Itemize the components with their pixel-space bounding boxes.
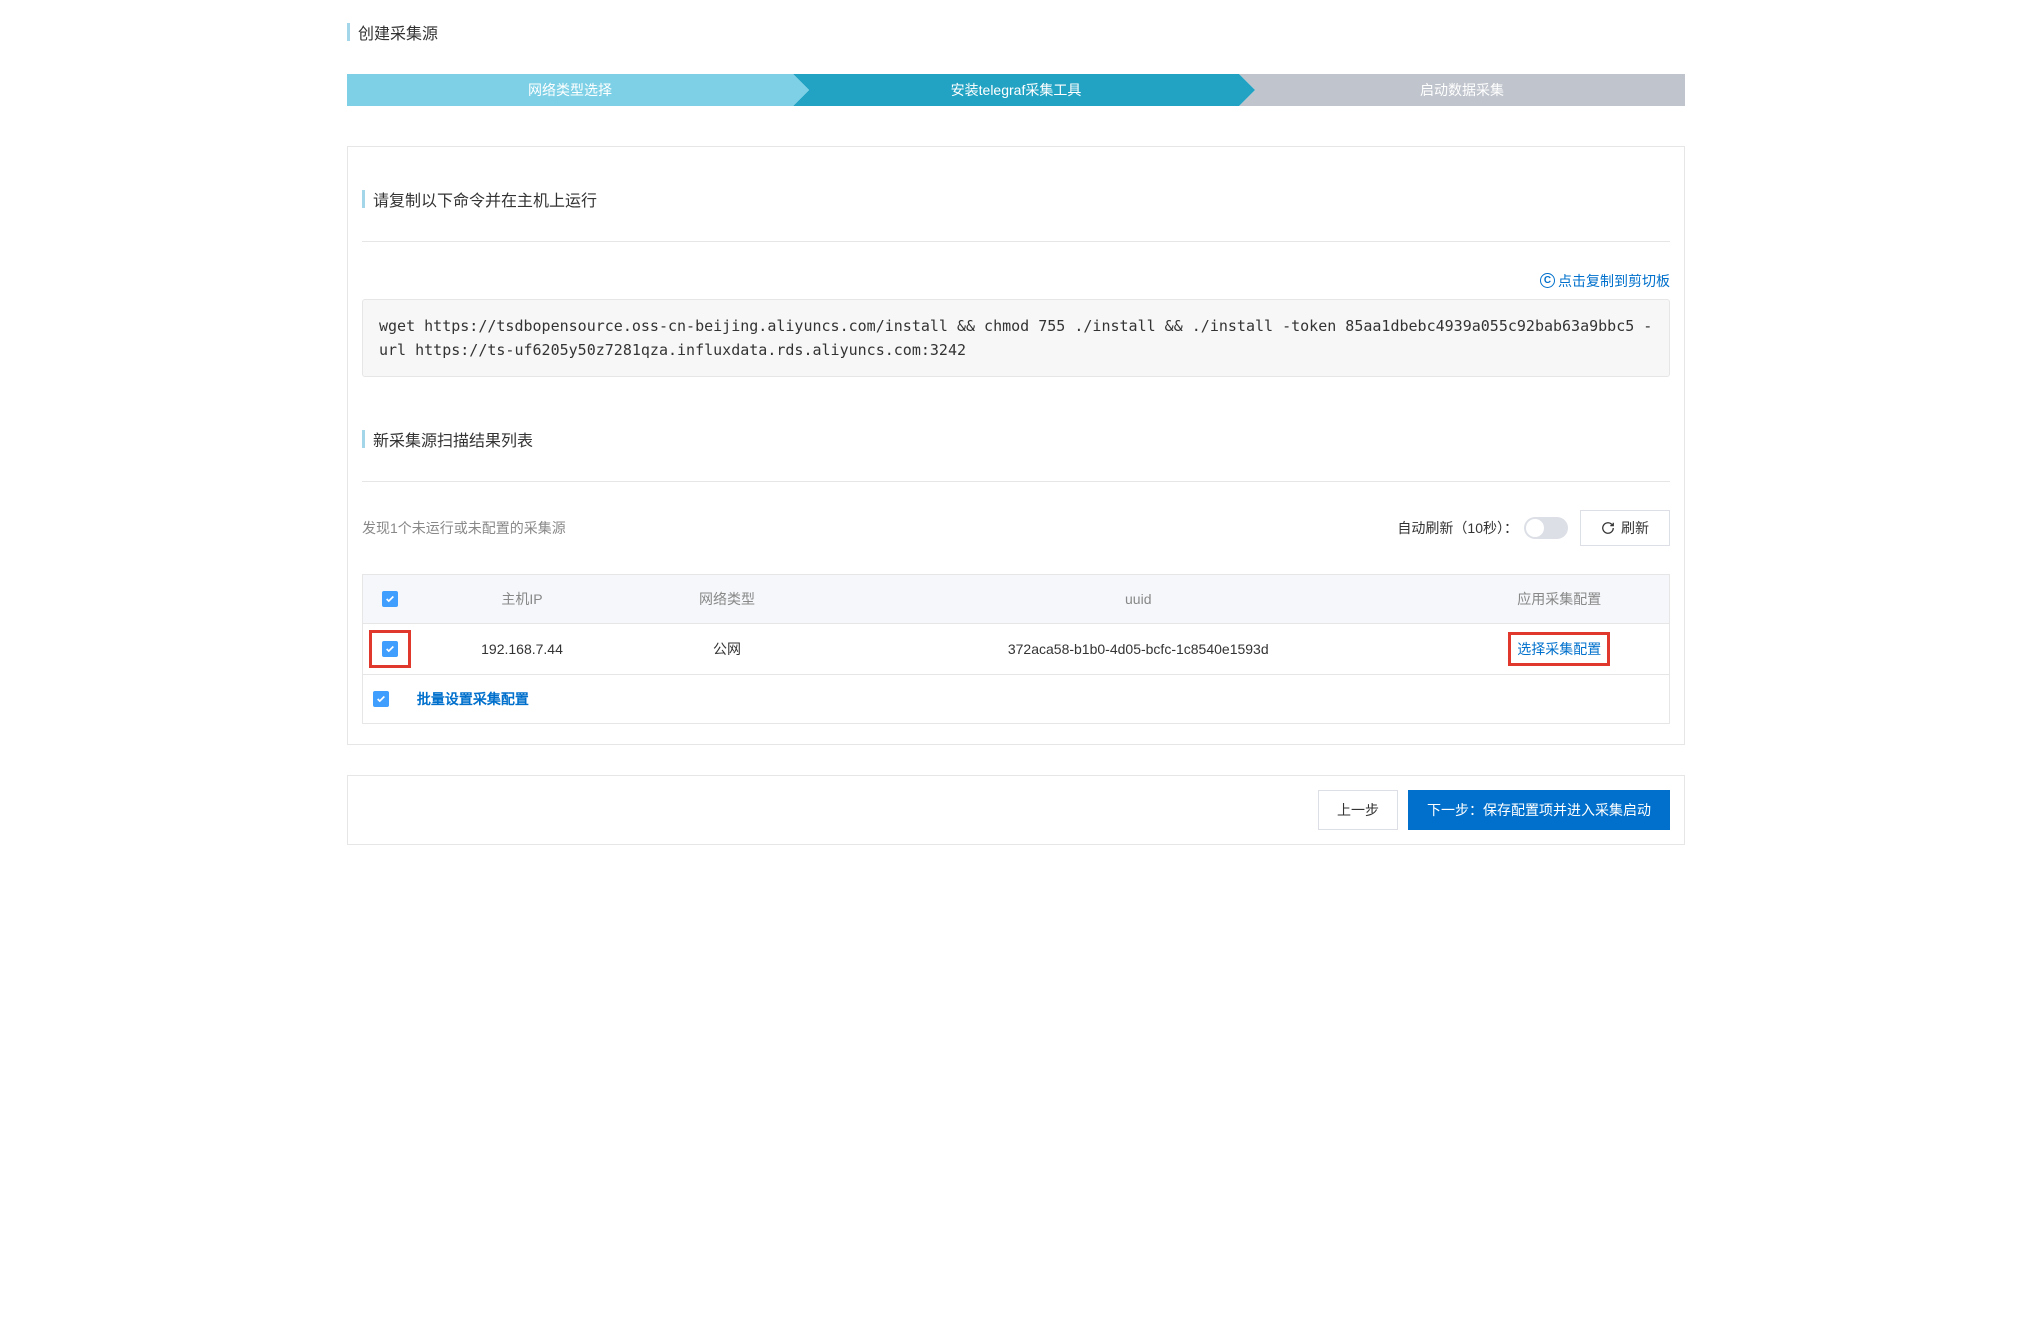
step-start-collection[interactable]: 启动数据采集 (1239, 74, 1685, 106)
copy-link-row: C 点击复制到剪切板 (362, 270, 1670, 291)
page-title-wrap: 创建采集源 (347, 20, 1685, 44)
prev-button[interactable]: 上一步 (1318, 790, 1398, 830)
command-box[interactable]: wget https://tsdbopensource.oss-cn-beiji… (362, 299, 1670, 377)
toolbar: 发现1个未运行或未配置的采集源 自动刷新（10秒）： 刷新 (362, 510, 1670, 546)
title-bar (347, 23, 350, 41)
section-title-1: 请复制以下命令并在主机上运行 (362, 187, 1670, 211)
auto-refresh-toggle[interactable] (1524, 517, 1568, 539)
highlight-box-checkbox (369, 630, 411, 668)
step-install-telegraf[interactable]: 安装telegraf采集工具 (793, 74, 1239, 106)
table-row: 192.168.7.44 公网 372aca58-b1b0-4d05-bcfc-… (363, 623, 1670, 674)
cell-host-ip: 192.168.7.44 (417, 623, 627, 674)
section-text: 新采集源扫描结果列表 (373, 427, 533, 451)
col-host-ip: 主机IP (417, 574, 627, 623)
step-label: 安装telegraf采集工具 (951, 80, 1082, 100)
row-checkbox[interactable] (382, 641, 398, 657)
col-net-type: 网络类型 (627, 574, 827, 623)
page-title: 创建采集源 (358, 20, 438, 44)
batch-cell: 批量设置采集配置 (363, 674, 1670, 723)
cell-net-type: 公网 (627, 623, 827, 674)
step-network-type[interactable]: 网络类型选择 (347, 74, 793, 106)
copy-link-text: 点击复制到剪切板 (1558, 271, 1670, 291)
refresh-button[interactable]: 刷新 (1580, 510, 1670, 546)
cell-uuid: 372aca58-b1b0-4d05-bcfc-1c8540e1593d (827, 623, 1450, 674)
copy-to-clipboard-link[interactable]: C 点击复制到剪切板 (1540, 271, 1670, 291)
select-all-checkbox[interactable] (382, 591, 398, 607)
main-card: 请复制以下命令并在主机上运行 C 点击复制到剪切板 wget https://t… (347, 146, 1685, 745)
section-bar (362, 190, 365, 208)
row-checkbox-cell (363, 623, 418, 674)
section-text: 请复制以下命令并在主机上运行 (373, 187, 597, 211)
step-label: 启动数据采集 (1420, 80, 1504, 100)
step-label: 网络类型选择 (528, 80, 612, 100)
footer-card: 上一步 下一步：保存配置项并进入采集启动 (347, 775, 1685, 845)
batch-checkbox[interactable] (373, 691, 389, 707)
switch-knob (1526, 519, 1544, 537)
auto-refresh: 自动刷新（10秒）： (1397, 517, 1568, 539)
table-header-row: 主机IP 网络类型 uuid 应用采集配置 (363, 574, 1670, 623)
auto-refresh-label: 自动刷新（10秒）： (1397, 518, 1518, 538)
divider (362, 241, 1670, 242)
copy-icon: C (1540, 273, 1555, 288)
refresh-label: 刷新 (1621, 518, 1649, 538)
col-uuid: uuid (827, 574, 1450, 623)
highlight-box-action: 选择采集配置 (1508, 632, 1610, 666)
refresh-icon (1601, 521, 1615, 535)
sources-table: 主机IP 网络类型 uuid 应用采集配置 192.168.7.4 (362, 574, 1670, 724)
header-checkbox-cell (363, 574, 418, 623)
discovered-text: 发现1个未运行或未配置的采集源 (362, 518, 566, 538)
next-button[interactable]: 下一步：保存配置项并进入采集启动 (1408, 790, 1670, 830)
batch-config-link[interactable]: 批量设置采集配置 (417, 691, 529, 707)
select-config-link[interactable]: 选择采集配置 (1517, 641, 1601, 657)
divider (362, 481, 1670, 482)
section-title-2: 新采集源扫描结果列表 (362, 427, 1670, 451)
col-app-config: 应用采集配置 (1450, 574, 1670, 623)
batch-row: 批量设置采集配置 (363, 674, 1670, 723)
wizard-steps: 网络类型选择 安装telegraf采集工具 启动数据采集 (347, 74, 1685, 106)
section-bar (362, 430, 365, 448)
cell-action: 选择采集配置 (1450, 623, 1670, 674)
toolbar-right: 自动刷新（10秒）： 刷新 (1397, 510, 1670, 546)
